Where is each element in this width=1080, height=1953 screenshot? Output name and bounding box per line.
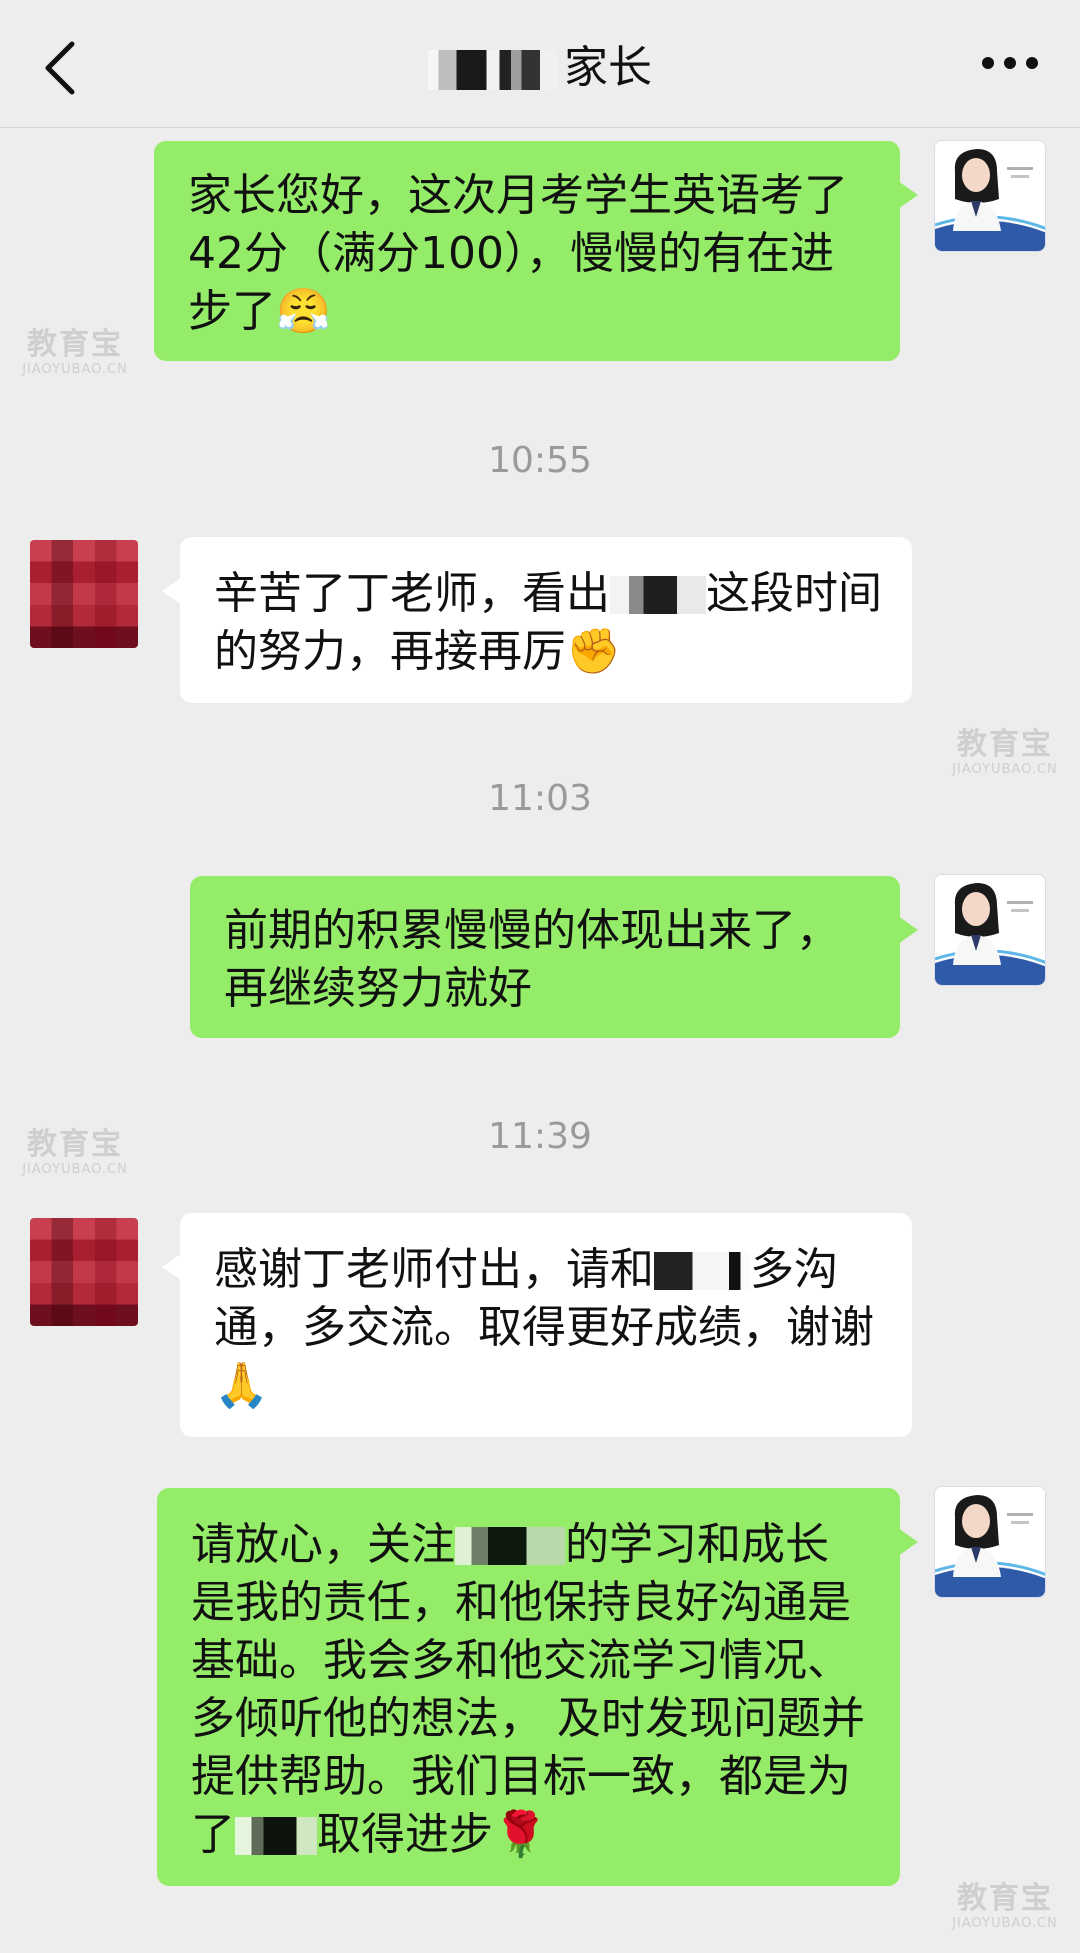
more-icon[interactable] (980, 48, 1040, 78)
redacted-name (428, 50, 558, 90)
watermark: 教育宝 JIAOYUBAO.CN (946, 1882, 1064, 1932)
message-text-end: 取得进步 (317, 1809, 493, 1860)
message-text: 请放心，关注 (191, 1519, 455, 1570)
watermark-sub: JIAOYUBAO.CN (952, 1916, 1058, 1931)
redacted-name (654, 1252, 750, 1290)
emoji: 😤 (276, 286, 331, 337)
avatar-teacher[interactable] (934, 1486, 1046, 1598)
redacted-name (610, 576, 706, 614)
avatar-parent[interactable] (30, 1218, 138, 1326)
chat-title-text: 家长 (564, 42, 652, 93)
watermark: 教育宝 JIAOYUBAO.CN (946, 728, 1064, 778)
timestamp: 11:03 (488, 778, 592, 819)
chat-title: 家长 (0, 40, 1080, 96)
watermark: 教育宝 JIAOYUBAO.CN (16, 328, 134, 378)
redacted-name (235, 1817, 317, 1855)
message-text: 辛苦了丁老师，看出 (214, 568, 610, 619)
watermark-sub: JIAOYUBAO.CN (22, 1162, 128, 1177)
emoji: 🙏 (214, 1360, 269, 1411)
message-bubble-received[interactable]: 辛苦了丁老师，看出 这段时间的努力，再接再厉✊ (162, 537, 912, 703)
chat-header: 家长 (0, 0, 1080, 128)
watermark-sub: JIAOYUBAO.CN (22, 362, 128, 377)
timestamp: 11:39 (488, 1116, 592, 1157)
timestamp: 10:55 (488, 440, 592, 481)
avatar-parent[interactable] (30, 540, 138, 648)
watermark-text: 教育宝 (957, 1881, 1053, 1916)
message-text: 前期的积累慢慢的体现出来了，再继续努力就好 (224, 905, 840, 1014)
message-bubble-sent[interactable]: 请放心，关注 的学习和成长是我的责任，和他保持良好沟通是基础。我会多和他交流学习情… (157, 1488, 918, 1886)
redacted-name (455, 1527, 565, 1565)
avatar-teacher[interactable] (934, 140, 1046, 252)
message-bubble-sent[interactable]: 家长您好，这次月考学生英语考了42分（满分100），慢慢的有在进步了😤 (154, 141, 918, 361)
watermark-sub: JIAOYUBAO.CN (952, 762, 1058, 777)
watermark-text: 教育宝 (27, 327, 123, 362)
emoji: 🌹 (493, 1809, 548, 1860)
message-bubble-sent[interactable]: 前期的积累慢慢的体现出来了，再继续努力就好 (190, 876, 918, 1038)
avatar-teacher[interactable] (934, 874, 1046, 986)
watermark-text: 教育宝 (957, 727, 1053, 762)
message-bubble-received[interactable]: 感谢丁老师付出，请和 多沟通，多交流。取得更好成绩，谢谢🙏 (162, 1213, 912, 1437)
message-text: 感谢丁老师付出，请和 (214, 1244, 654, 1295)
emoji: ✊ (566, 626, 621, 677)
